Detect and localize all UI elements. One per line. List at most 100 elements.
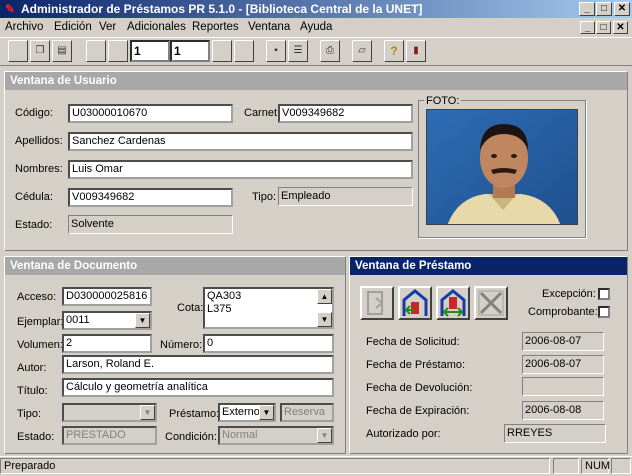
cancel-disabled-icon xyxy=(478,290,504,316)
exit-door-icon[interactable]: ▮ xyxy=(406,40,426,62)
cota-scroll-up-icon[interactable]: ▲ xyxy=(317,289,332,304)
save-icon[interactable]: ▤ xyxy=(52,40,72,62)
menu-reportes[interactable]: Reportes xyxy=(192,19,239,35)
excepcion-checkbox[interactable] xyxy=(598,288,610,300)
foto-label: FOTO: xyxy=(424,93,462,109)
devolver-button[interactable] xyxy=(398,286,432,320)
nombres-field[interactable]: Luis Omar xyxy=(68,160,413,179)
estado-doc-label: Estado: xyxy=(17,431,55,443)
help-icon[interactable]: ? xyxy=(384,40,404,62)
ejemplar-dropdown-icon[interactable]: ▼ xyxy=(135,313,150,328)
minimize-button[interactable]: _ xyxy=(579,2,595,16)
cedula-field[interactable]: V009349682 xyxy=(68,188,233,207)
codigo-label: Código: xyxy=(15,107,53,119)
numero-label: Número: xyxy=(160,339,203,351)
carnet-label: Carnet: xyxy=(244,107,281,119)
codigo-field[interactable]: U03000010670 xyxy=(68,104,233,123)
carnet-field[interactable]: V009349682 xyxy=(278,104,413,123)
return-book-icon xyxy=(402,289,428,316)
next-page-icon[interactable] xyxy=(212,40,232,62)
autorizado-field: RREYES xyxy=(504,424,606,443)
doc-restore-button[interactable]: □ xyxy=(596,21,611,34)
usuario-panel-title: Ventana de Usuario xyxy=(5,72,627,90)
user-photo xyxy=(426,109,578,225)
ejemplar-label: Ejemplar: xyxy=(17,316,64,328)
cota-line2: L375 xyxy=(207,303,232,315)
doc-minimize-button[interactable]: _ xyxy=(580,21,595,34)
autor-field[interactable]: Larson, Roland E. xyxy=(62,355,334,374)
titulo-label: Título: xyxy=(17,385,48,397)
fecha-prestamo-label: Fecha de Préstamo: xyxy=(366,359,466,371)
menu-ayuda[interactable]: Ayuda xyxy=(300,19,332,35)
menu-ver[interactable]: Ver xyxy=(99,19,116,35)
fecha-expiracion-label: Fecha de Expiración: xyxy=(366,405,470,417)
cancelar-button[interactable] xyxy=(474,286,508,320)
autor-label: Autor: xyxy=(17,362,47,374)
acceso-field[interactable]: D030000025816 xyxy=(62,287,152,306)
prestamo-tipo-dropdown-icon[interactable]: ▼ xyxy=(259,405,274,420)
prestamo-tipo-label: Préstamo: xyxy=(169,408,220,420)
prev-page-icon[interactable] xyxy=(108,40,128,62)
cedula-label: Cédula: xyxy=(15,191,53,203)
volumen-field[interactable]: 2 xyxy=(62,334,152,353)
apellidos-label: Apellidos: xyxy=(15,135,63,147)
autorizado-label: Autorizado por: xyxy=(366,428,441,440)
fecha-devolucion-label: Fecha de Devolución: xyxy=(366,382,473,394)
excepcion-label: Excepción: xyxy=(542,288,596,300)
close-button[interactable]: ✕ xyxy=(614,2,630,16)
tipo-doc-label: Tipo: xyxy=(17,408,42,420)
page-total-input[interactable]: 1 xyxy=(170,40,210,62)
list-icon[interactable]: ☰ xyxy=(288,40,308,62)
renovar-button[interactable] xyxy=(436,286,470,320)
maximize-button[interactable]: □ xyxy=(596,2,612,16)
eraser-icon[interactable]: ▱ xyxy=(352,40,372,62)
tipo-doc-dropdown-icon[interactable]: ▼ xyxy=(140,405,155,420)
condicion-label: Condición: xyxy=(165,431,217,443)
apellidos-field[interactable]: Sanchez Cardenas xyxy=(68,132,413,151)
comprobante-label: Comprobante: xyxy=(528,306,598,318)
cota-scroll-down-icon[interactable]: ▼ xyxy=(317,312,332,327)
estado-usuario-field: Solvente xyxy=(68,215,233,234)
menu-edicion[interactable]: Edición xyxy=(54,19,92,35)
menu-archivo[interactable]: Archivo xyxy=(5,19,43,35)
acceso-label: Acceso: xyxy=(17,291,57,303)
fecha-solicitud-label: Fecha de Solicitud: xyxy=(366,336,460,348)
cota-line1: QA303 xyxy=(207,290,242,302)
prestamo-panel-title: Ventana de Préstamo xyxy=(350,257,627,275)
estado-usuario-label: Estado: xyxy=(15,219,53,231)
prestar-button[interactable] xyxy=(360,286,394,320)
menu-adicionales[interactable]: Adicionales xyxy=(127,19,186,35)
last-page-icon[interactable] xyxy=(234,40,254,62)
new-icon[interactable] xyxy=(8,40,28,62)
fecha-devolucion-field xyxy=(522,377,604,396)
nombres-label: Nombres: xyxy=(15,163,63,175)
tipo-usuario-label: Tipo: xyxy=(252,191,277,203)
page-current-input[interactable]: 1 xyxy=(130,40,170,62)
cota-field[interactable]: QA303 L375 xyxy=(203,287,334,329)
renew-icon xyxy=(440,289,466,317)
cota-label: Cota: xyxy=(177,302,204,314)
fecha-solicitud-field: 2006-08-07 xyxy=(522,332,604,351)
titulo-field[interactable]: Cálculo y geometría analítica xyxy=(62,378,334,397)
window-icon[interactable]: ▪ xyxy=(266,40,286,62)
fecha-prestamo-field: 2006-08-07 xyxy=(522,355,604,374)
numero-field[interactable]: 0 xyxy=(203,334,334,353)
status-cell-scroll xyxy=(611,458,631,474)
title-bar: ✎ Administrador de Préstamos PR 5.1.0 - … xyxy=(0,0,632,18)
window-title: Administrador de Préstamos PR 5.1.0 - [B… xyxy=(21,2,423,16)
copy-icon[interactable]: ❐ xyxy=(30,40,50,62)
comprobante-checkbox[interactable] xyxy=(598,306,610,318)
estado-doc-field: PRESTADO xyxy=(62,426,157,445)
volumen-label: Volumen: xyxy=(17,339,63,351)
doc-close-button[interactable]: ✕ xyxy=(613,21,628,34)
status-text: Preparado xyxy=(0,458,550,474)
condicion-dropdown-icon[interactable]: ▼ xyxy=(317,428,332,443)
reserva-field[interactable]: Reserva xyxy=(280,403,334,422)
print-icon[interactable]: ⎙ xyxy=(320,40,340,62)
lend-disabled-icon xyxy=(367,291,384,315)
status-num: NUM xyxy=(581,458,610,474)
first-page-icon[interactable] xyxy=(86,40,106,62)
app-icon: ✎ xyxy=(4,2,16,16)
menu-ventana[interactable]: Ventana xyxy=(248,19,290,35)
menu-bar: Archivo Edición Ver Adicionales Reportes… xyxy=(0,18,632,36)
